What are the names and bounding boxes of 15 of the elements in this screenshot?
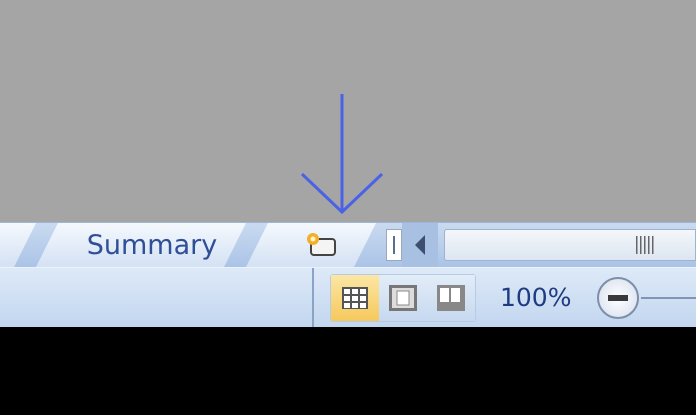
view-button[interactable] [331, 274, 379, 320]
split-handle[interactable] [386, 229, 402, 261]
page-icon [388, 284, 418, 312]
horizontal-scrollbar[interactable] [444, 229, 696, 261]
view-button[interactable] [427, 274, 475, 320]
new-sheet-icon [305, 231, 339, 259]
grip-icon [635, 236, 655, 254]
sheet-tab[interactable]: Summary [36, 223, 246, 267]
zoom-out-button[interactable] [597, 276, 640, 318]
left-triangle-icon [415, 235, 425, 255]
zoom-level: 100% [500, 283, 572, 312]
page-break-icon [436, 284, 466, 312]
scroll-left-button[interactable] [402, 223, 438, 267]
minus-icon [608, 294, 628, 300]
grid-icon [341, 286, 369, 310]
